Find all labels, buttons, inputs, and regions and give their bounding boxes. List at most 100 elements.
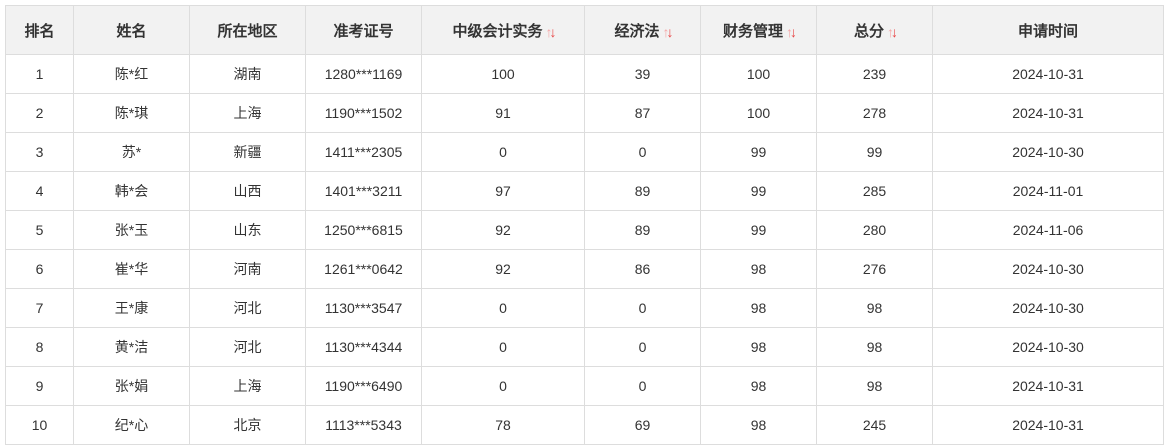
sort-arrows-icon[interactable]: ↑↓ (663, 24, 674, 40)
cell-region: 河北 (189, 288, 306, 328)
sort-arrows-icon[interactable]: ↑↓ (786, 24, 797, 40)
cell-apply-date: 2024-10-30 (932, 132, 1164, 172)
header-economic-law[interactable]: 经济法 ↑↓ (584, 5, 701, 55)
table-row: 4 韩*会 山西 1401***3211 97 89 99 285 2024-11-01 (5, 171, 1164, 211)
cell-intermediate-accounting: 91 (421, 93, 585, 133)
cell-rank: 6 (5, 249, 74, 289)
cell-rank: 7 (5, 288, 74, 328)
cell-intermediate-accounting: 100 (421, 54, 585, 94)
cell-economic-law: 86 (584, 249, 701, 289)
cell-economic-law: 0 (584, 288, 701, 328)
sort-arrows-icon[interactable]: ↑↓ (546, 24, 557, 40)
table-row: 7 王*康 河北 1130***3547 0 0 98 98 2024-10-30 (5, 288, 1164, 328)
header-total-score[interactable]: 总分 ↑↓ (816, 5, 933, 55)
header-label: 准考证号 (333, 22, 394, 40)
cell-financial-management: 98 (700, 288, 817, 328)
cell-rank: 10 (5, 405, 74, 445)
cell-economic-law: 0 (584, 366, 701, 406)
cell-financial-management: 100 (700, 93, 817, 133)
cell-total-score: 98 (816, 288, 933, 328)
cell-exam-id: 1250***6815 (305, 210, 422, 250)
cell-name: 纪*心 (73, 405, 190, 445)
header-intermediate-accounting[interactable]: 中级会计实务 ↑↓ (421, 5, 585, 55)
header-label: 财务管理 (722, 22, 783, 40)
header-label: 姓名 (116, 22, 147, 40)
cell-intermediate-accounting: 97 (421, 171, 585, 211)
table-row: 2 陈*琪 上海 1190***1502 91 87 100 278 2024-10-31 (5, 93, 1164, 133)
sort-down-arrow-icon[interactable]: ↓ (790, 24, 797, 40)
cell-apply-date: 2024-10-31 (932, 405, 1164, 445)
cell-intermediate-accounting: 92 (421, 249, 585, 289)
cell-financial-management: 100 (700, 54, 817, 94)
cell-total-score: 276 (816, 249, 933, 289)
cell-economic-law: 87 (584, 93, 701, 133)
cell-region: 山西 (189, 171, 306, 211)
cell-total-score: 99 (816, 132, 933, 172)
cell-exam-id: 1130***4344 (305, 327, 422, 367)
cell-exam-id: 1190***6490 (305, 366, 422, 406)
cell-economic-law: 0 (584, 132, 701, 172)
cell-total-score: 239 (816, 54, 933, 94)
cell-name: 崔*华 (73, 249, 190, 289)
cell-rank: 2 (5, 93, 74, 133)
cell-economic-law: 0 (584, 327, 701, 367)
header-label: 总分 (853, 22, 884, 40)
header-exam-id: 准考证号 (305, 5, 422, 55)
table-row: 3 苏* 新疆 1411***2305 0 0 99 99 2024-10-30 (5, 132, 1164, 172)
header-label: 所在地区 (217, 22, 278, 40)
cell-apply-date: 2024-10-30 (932, 249, 1164, 289)
cell-intermediate-accounting: 78 (421, 405, 585, 445)
header-label: 中级会计实务 (452, 22, 543, 40)
cell-exam-id: 1401***3211 (305, 171, 422, 211)
cell-region: 山东 (189, 210, 306, 250)
cell-name: 王*康 (73, 288, 190, 328)
sort-down-arrow-icon[interactable]: ↓ (667, 24, 674, 40)
table-row: 1 陈*红 湖南 1280***1169 100 39 100 239 2024-10-31 (5, 54, 1164, 94)
cell-region: 上海 (189, 366, 306, 406)
cell-financial-management: 99 (700, 132, 817, 172)
cell-rank: 9 (5, 366, 74, 406)
header-financial-management[interactable]: 财务管理 ↑↓ (700, 5, 817, 55)
cell-exam-id: 1411***2305 (305, 132, 422, 172)
cell-intermediate-accounting: 0 (421, 366, 585, 406)
cell-economic-law: 69 (584, 405, 701, 445)
table-row: 6 崔*华 河南 1261***0642 92 86 98 276 2024-10-30 (5, 249, 1164, 289)
cell-total-score: 98 (816, 327, 933, 367)
cell-rank: 4 (5, 171, 74, 211)
sort-down-arrow-icon[interactable]: ↓ (891, 24, 898, 40)
cell-exam-id: 1190***1502 (305, 93, 422, 133)
cell-exam-id: 1280***1169 (305, 54, 422, 94)
cell-intermediate-accounting: 92 (421, 210, 585, 250)
cell-financial-management: 99 (700, 210, 817, 250)
cell-region: 湖南 (189, 54, 306, 94)
cell-apply-date: 2024-10-31 (932, 54, 1164, 94)
cell-total-score: 278 (816, 93, 933, 133)
sort-down-arrow-icon[interactable]: ↓ (550, 24, 557, 40)
cell-rank: 5 (5, 210, 74, 250)
table-row: 10 纪*心 北京 1113***5343 78 69 98 245 2024-10-31 (5, 405, 1164, 445)
cell-financial-management: 98 (700, 249, 817, 289)
cell-region: 新疆 (189, 132, 306, 172)
cell-economic-law: 39 (584, 54, 701, 94)
cell-region: 河北 (189, 327, 306, 367)
cell-intermediate-accounting: 0 (421, 288, 585, 328)
cell-apply-date: 2024-11-01 (932, 171, 1164, 211)
cell-economic-law: 89 (584, 171, 701, 211)
header-label: 经济法 (614, 22, 660, 40)
cell-region: 河南 (189, 249, 306, 289)
cell-total-score: 98 (816, 366, 933, 406)
header-label: 排名 (24, 22, 55, 40)
cell-rank: 3 (5, 132, 74, 172)
cell-exam-id: 1261***0642 (305, 249, 422, 289)
cell-total-score: 245 (816, 405, 933, 445)
header-name: 姓名 (73, 5, 190, 55)
cell-financial-management: 98 (700, 366, 817, 406)
table-row: 8 黄*洁 河北 1130***4344 0 0 98 98 2024-10-30 (5, 327, 1164, 367)
header-region: 所在地区 (189, 5, 306, 55)
cell-name: 张*娟 (73, 366, 190, 406)
cell-financial-management: 98 (700, 405, 817, 445)
sort-arrows-icon[interactable]: ↑↓ (887, 24, 898, 40)
header-apply-date: 申请时间 (932, 5, 1164, 55)
cell-apply-date: 2024-10-30 (932, 288, 1164, 328)
header-rank: 排名 (5, 5, 74, 55)
